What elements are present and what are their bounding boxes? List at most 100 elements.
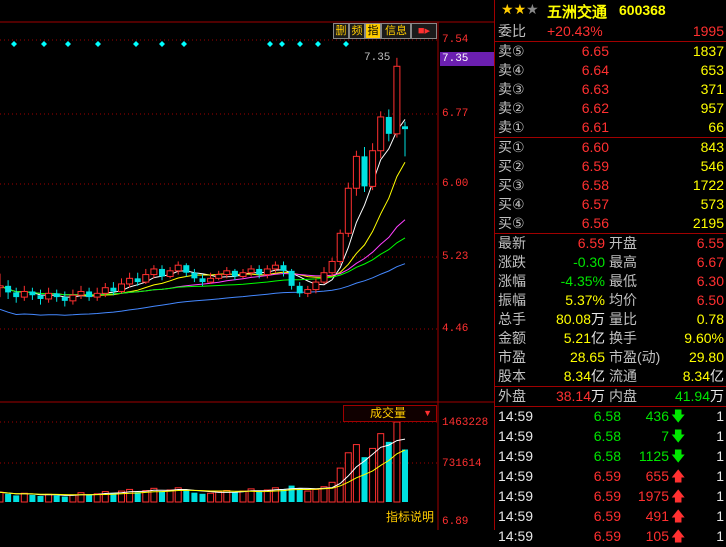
indicator-help-link[interactable]: 指标说明 [386,508,434,525]
volume-bar [166,489,174,503]
ask-row: 卖① 6.61 66 [495,118,726,137]
info-button[interactable]: 信息 [381,23,411,39]
quote-label: 股本 [498,368,526,384]
tick-time: 14:59 [498,508,534,524]
tick-price: 6.58 [593,408,621,424]
candle-body [361,156,368,187]
tick-row: 14:59 6.59 1975 🡅 1 [495,487,726,507]
candle-body [239,272,247,277]
quote-label-2: 最低 [609,273,637,289]
candle-body [223,270,231,276]
volume-bar [61,496,68,502]
quote-label-2: 均价 [609,292,637,308]
ask-qty: 371 [700,81,724,97]
candle-body [13,292,20,298]
stock-code: 600368 [619,2,666,18]
tick-count: 1 [716,488,724,504]
quote-row: 振幅 5.37% 均价 6.50 [495,291,726,310]
bid-price: 6.59 [581,158,609,174]
bid-qty: 2195 [692,215,724,231]
volume-indicator-select[interactable]: 成交量 ▼ [343,405,437,422]
volume-bar [191,492,198,502]
volume-bar [199,493,206,502]
quote-value-2: 6.30 [697,272,724,291]
bid-label: 买② [498,158,525,174]
ask-label: 卖④ [498,62,525,78]
frequency-button[interactable]: 频 [349,23,365,39]
candle-body [336,232,344,262]
tick-time: 14:59 [498,488,534,504]
kline-chart[interactable] [0,0,494,530]
volume-bar [45,493,53,503]
quote-unit: 万 [591,311,605,327]
ask-price: 6.63 [581,81,609,97]
quote-label: 市盈 [498,349,526,365]
arrow-up-icon: 🡅 [671,508,686,524]
tick-count: 1 [716,428,724,444]
candle-body [77,290,85,296]
candle-body [37,295,44,299]
quote-number: 6.30 [696,273,724,289]
ask-label: 卖① [498,119,525,135]
quote-label-2: 流通 [609,368,637,384]
ask-price: 6.64 [581,62,609,78]
tick-row: 14:59 6.59 105 🡅 1 [495,527,726,547]
tick-count: 1 [716,448,724,464]
quote-number: 38.14 [555,388,591,404]
signal-marker-icon [41,41,47,47]
price-tick-4: 5.23 [442,251,469,263]
candle-body [296,285,303,294]
tick-price: 6.59 [593,468,621,484]
tick-row: 14:59 6.59 491 🡅 1 [495,507,726,527]
volume-bar [385,441,392,502]
ask-label: 卖② [498,100,525,116]
bid-row: 买③ 6.58 1722 [495,176,726,195]
ask-label: 卖③ [498,81,525,97]
tick-volume: 655 [645,468,669,484]
star-icon: ★ [513,1,527,17]
volume-bar [77,492,85,503]
candle-body [159,268,165,277]
candle-body [199,278,206,283]
volume-bar [328,481,336,503]
signal-marker-icon [65,41,71,47]
arrow-down-icon: 🡇 [671,428,686,444]
weibi-pct: +20.43% [547,23,603,39]
candle-body [191,272,198,279]
indicator-button[interactable]: 指 [365,23,381,39]
volume-bar [402,449,408,502]
tick-row: 14:59 6.58 436 🡇 1 [495,407,726,427]
quote-unit: 亿 [591,330,605,346]
quote-label-2: 开盘 [609,235,637,251]
bid-qty: 546 [700,158,724,174]
tick-time: 14:59 [498,468,534,484]
volume-bar [13,495,20,502]
quote-value: 28.65 [535,348,605,367]
candle-body [142,274,150,283]
candle-body [93,292,101,298]
tick-row: 14:59 6.59 655 🡅 1 [495,467,726,487]
tick-price: 6.58 [593,428,621,444]
bid-qty: 843 [700,139,724,155]
quote-panel: 委比 +20.43% 1995 卖⑤ 6.65 1837 卖④ 6.64 653 卖③ 6.63 37… [494,22,726,544]
quote-value-2: 6.50 [697,291,724,310]
ask-row: 卖③ 6.63 371 [495,80,726,99]
candle-body [271,264,279,270]
tick-price: 6.59 [593,508,621,524]
dropdown-arrow-icon: ▼ [423,408,432,418]
bid-row: 买① 6.60 843 [495,138,726,157]
bid-row: 买② 6.59 546 [495,157,726,176]
candle-body [61,297,68,301]
candle-body [288,270,295,286]
candle-body [377,116,385,152]
quote-number: 6.50 [696,292,724,308]
candle-body [385,116,392,134]
quote-row: 股本 8.34亿 流通 8.34亿 [495,367,726,386]
quote-number: -0.30 [573,254,605,270]
delete-button[interactable]: 删 [333,23,349,39]
export-icon[interactable]: ■▸ [411,23,437,39]
quote-row: 总手 80.08万 量比 0.78 [495,310,726,329]
volume-bar [37,495,44,502]
bid-price: 6.56 [581,215,609,231]
candle-body [247,268,255,274]
